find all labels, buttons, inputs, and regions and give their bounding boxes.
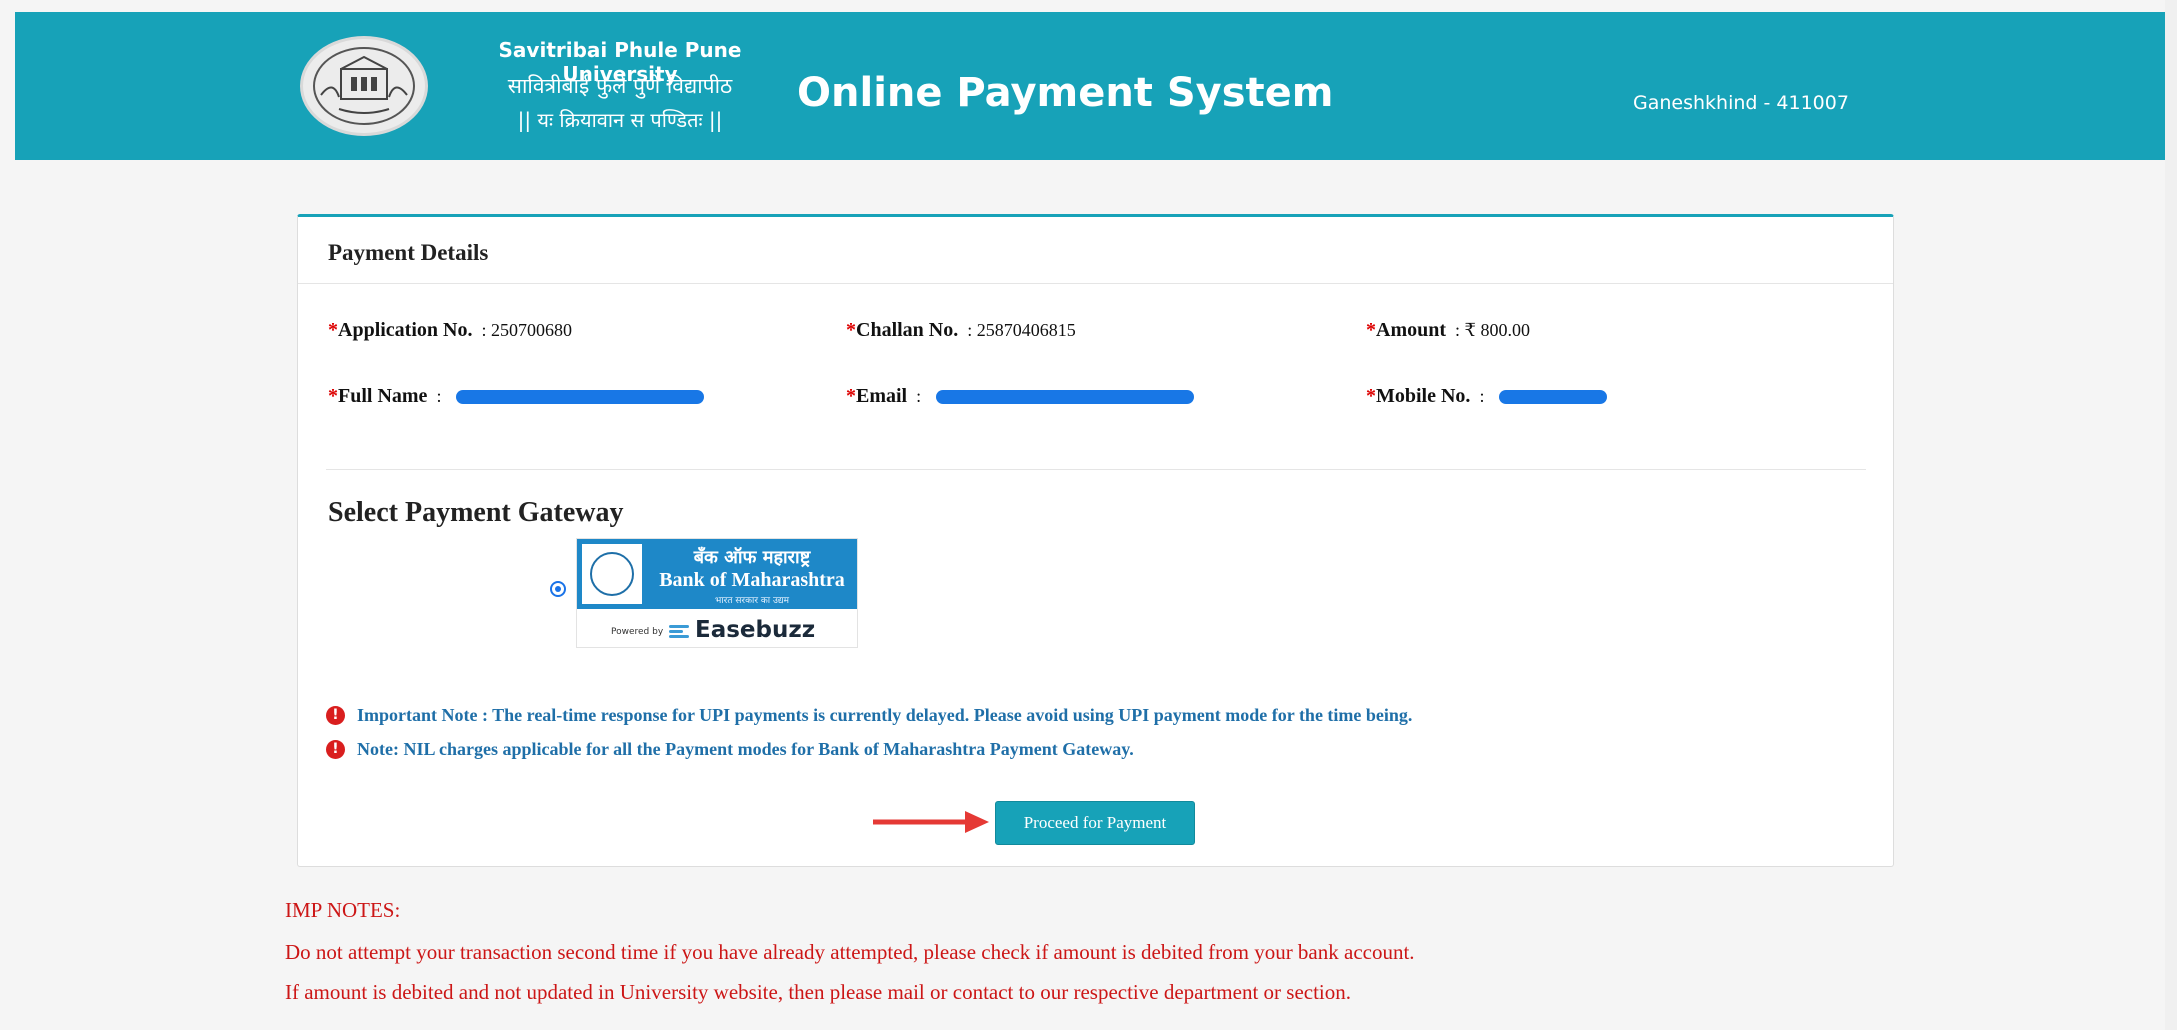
page-scrollbar[interactable]: [2165, 0, 2177, 1030]
gateway-section-title: Select Payment Gateway: [328, 497, 624, 528]
bank-logo-banner: बँक ऑफ महाराष्ट्र Bank of Maharashtra भा…: [577, 539, 857, 609]
amount-value: : ₹ 800.00: [1455, 320, 1530, 340]
bank-name-english: Bank of Maharashtra: [659, 569, 845, 591]
bank-of-maharashtra-gateway-option[interactable]: बँक ऑफ महाराष्ट्र Bank of Maharashtra भा…: [576, 538, 858, 648]
required-mark: *: [328, 319, 338, 341]
easebuzz-mark-icon: [669, 625, 689, 639]
application-number-label: Application No.: [338, 319, 473, 341]
university-motto: || यः क्रियावान स पण्डितः ||: [517, 108, 723, 132]
info-icon: !: [326, 740, 345, 759]
mobile-number-label: Mobile No.: [1376, 385, 1471, 407]
email-redacted: [936, 390, 1195, 405]
full-name-separator: :: [436, 386, 442, 406]
mobile-number-redacted: [1499, 390, 1608, 405]
bank-name-marathi: बँक ऑफ महाराष्ट्र: [693, 547, 811, 568]
easebuzz-logo-text: Easebuzz: [695, 617, 816, 643]
required-mark: *: [1366, 319, 1376, 341]
site-header: Savitribai Phule Pune University सावित्र…: [15, 12, 2165, 160]
upi-delay-note-text: Important Note : The real-time response …: [357, 705, 1413, 725]
application-number-value: : 250700680: [481, 320, 572, 340]
proceed-for-payment-button[interactable]: Proceed for Payment: [995, 801, 1195, 845]
university-name-marathi: सावित्रीबाई फुले पुणे विद्यापीठ: [507, 74, 733, 98]
email-separator: :: [916, 386, 922, 406]
required-mark: *: [1366, 385, 1376, 407]
info-icon: !: [326, 706, 345, 725]
system-title: Online Payment System: [797, 70, 1334, 116]
imp-note-line: Do not attempt your transaction second t…: [285, 940, 1415, 964]
amount-label: Amount: [1376, 319, 1447, 341]
nil-charges-note: ! Note: NIL charges applicable for all t…: [326, 739, 1134, 760]
imp-note-line: If amount is debited and not updated in …: [285, 980, 1352, 1004]
powered-by-label: Powered by: [611, 627, 664, 637]
upi-delay-note: ! Important Note : The real-time respons…: [326, 705, 1412, 726]
divider: [298, 283, 1893, 284]
mobile-number-separator: :: [1479, 386, 1485, 406]
bank-emblem-icon: [580, 542, 644, 606]
university-emblem-icon: [313, 47, 415, 125]
divider: [326, 469, 1866, 470]
payment-details-card: Payment Details *Application No. : 25070…: [297, 214, 1894, 867]
bank-tagline: भारत सरकार का उद्यम: [715, 596, 789, 606]
required-mark: *: [846, 385, 856, 407]
annotation-arrow-icon: [873, 811, 989, 833]
mobile-number-field: *Mobile No. :: [1366, 385, 1608, 408]
application-number-field: *Application No. : 250700680: [328, 319, 572, 342]
gateway-radio-selected[interactable]: [550, 581, 566, 597]
required-mark: *: [328, 385, 338, 407]
full-name-field: *Full Name :: [328, 385, 705, 408]
full-name-redacted: [456, 390, 705, 405]
amount-field: *Amount : ₹ 800.00: [1366, 319, 1530, 342]
full-name-label: Full Name: [338, 385, 428, 407]
bank-emblem-seal-icon: [590, 552, 634, 596]
university-logo-icon: [300, 36, 428, 136]
location-text: Ganeshkhind - 411007: [1633, 92, 1849, 114]
email-field: *Email :: [846, 385, 1195, 408]
email-label: Email: [856, 385, 908, 407]
challan-number-value: : 25870406815: [967, 320, 1076, 340]
imp-notes-heading: IMP NOTES:: [285, 898, 401, 922]
required-mark: *: [846, 319, 856, 341]
challan-number-label: Challan No.: [856, 319, 959, 341]
nil-charges-note-text: Note: NIL charges applicable for all the…: [357, 739, 1134, 759]
challan-number-field: *Challan No. : 25870406815: [846, 319, 1076, 342]
card-title: Payment Details: [328, 240, 489, 265]
